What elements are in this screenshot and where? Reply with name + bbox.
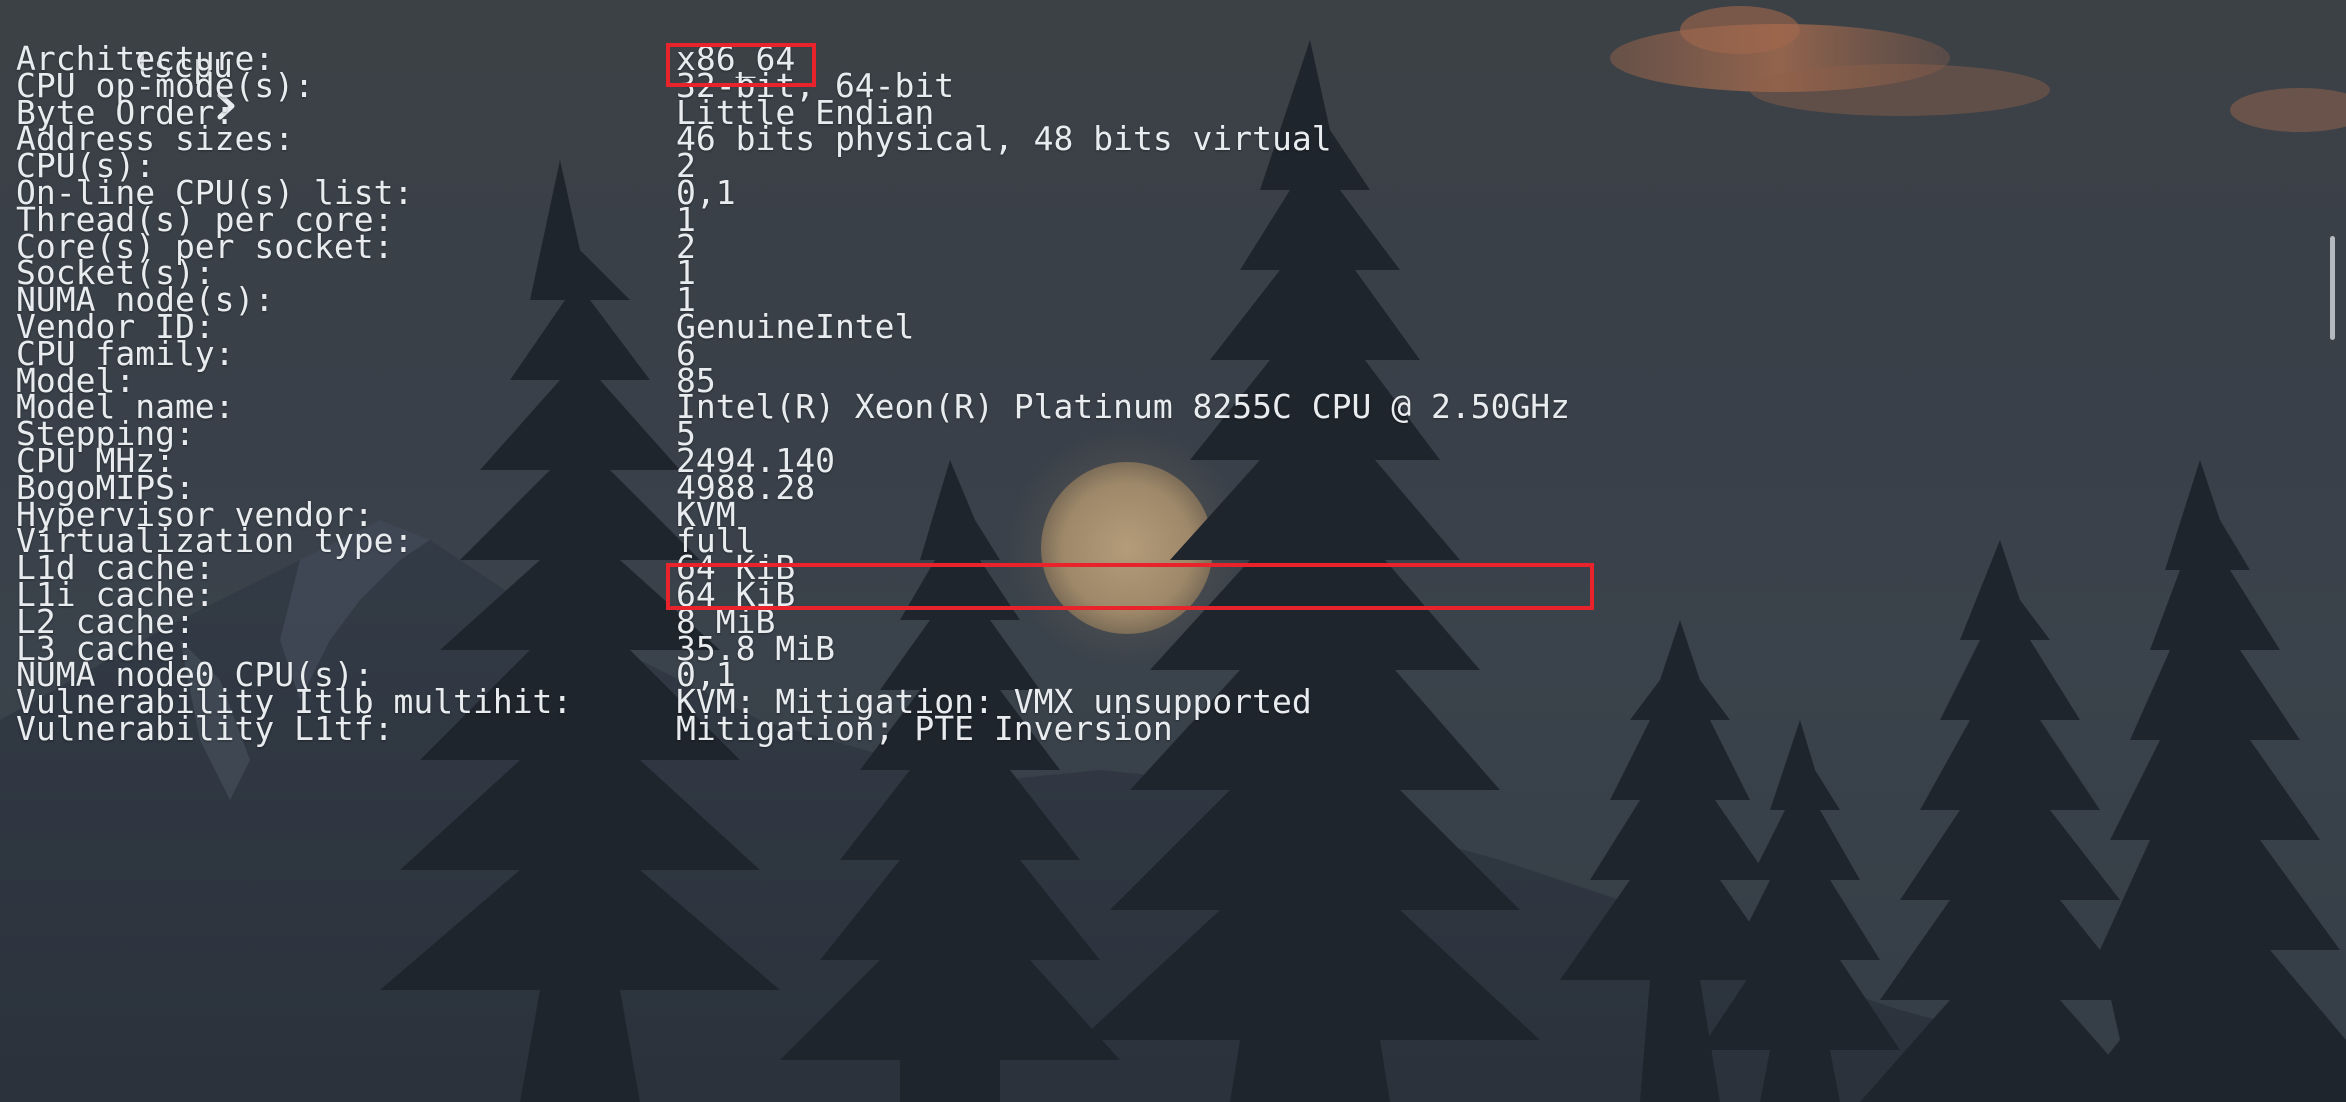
highlight-box-architecture [666, 43, 816, 87]
row-value: 46 bits physical, 48 bits virtual [676, 119, 1332, 158]
highlight-box-model-name [666, 563, 1594, 610]
row-value: Mitigation; PTE Inversion [676, 709, 1173, 748]
row-value: GenuineIntel [676, 307, 915, 346]
terminal-window[interactable]: lscpu Architecture: x86_64 CPU op-mode(s):… [0, 0, 2346, 1102]
scrollbar-thumb[interactable] [2330, 236, 2335, 340]
row-label: Vulnerability L1tf: [16, 709, 394, 748]
row-value: Intel(R) Xeon(R) Platinum 8255C CPU @ 2.… [676, 387, 1571, 426]
